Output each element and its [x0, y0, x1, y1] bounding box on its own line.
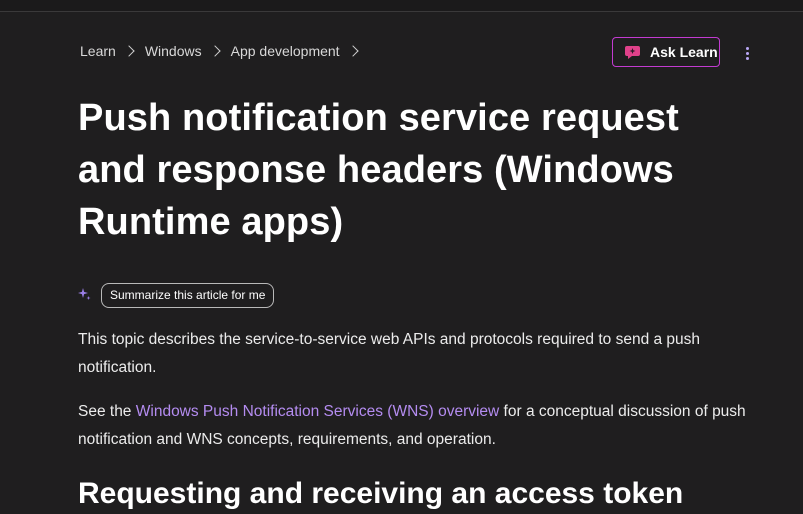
chevron-right-icon [346, 45, 359, 57]
sparkle-icon [78, 288, 91, 300]
breadcrumb-app-development[interactable]: App development [231, 43, 340, 59]
more-options-button[interactable] [740, 44, 754, 62]
breadcrumb: Learn Windows App development [80, 43, 369, 59]
ask-learn-button[interactable]: Ask Learn [612, 37, 720, 67]
ask-learn-label: Ask Learn [650, 44, 718, 60]
chevron-right-icon [123, 45, 135, 57]
chevron-right-icon [208, 45, 221, 57]
more-vertical-icon [745, 46, 749, 50]
ask-learn-icon [625, 45, 640, 59]
see-also-paragraph: See the Windows Push Notification Servic… [78, 398, 778, 454]
see-prefix: See the [78, 403, 136, 420]
summarize-article-button[interactable]: Summarize this article for me [101, 283, 275, 308]
intro-paragraph: This topic describes the service-to-serv… [78, 331, 701, 376]
more-vertical-icon-dot [745, 51, 749, 55]
breadcrumb-learn[interactable]: Learn [80, 43, 116, 59]
page-title: Push notification service request and re… [78, 97, 679, 243]
section-heading: Requesting and receiving an access token [78, 477, 684, 510]
wns-overview-link[interactable]: Windows Push Notification Services (WNS)… [136, 403, 500, 420]
more-vertical-icon-dot [745, 56, 749, 60]
breadcrumb-windows[interactable]: Windows [145, 43, 202, 59]
top-bar [0, 0, 803, 12]
